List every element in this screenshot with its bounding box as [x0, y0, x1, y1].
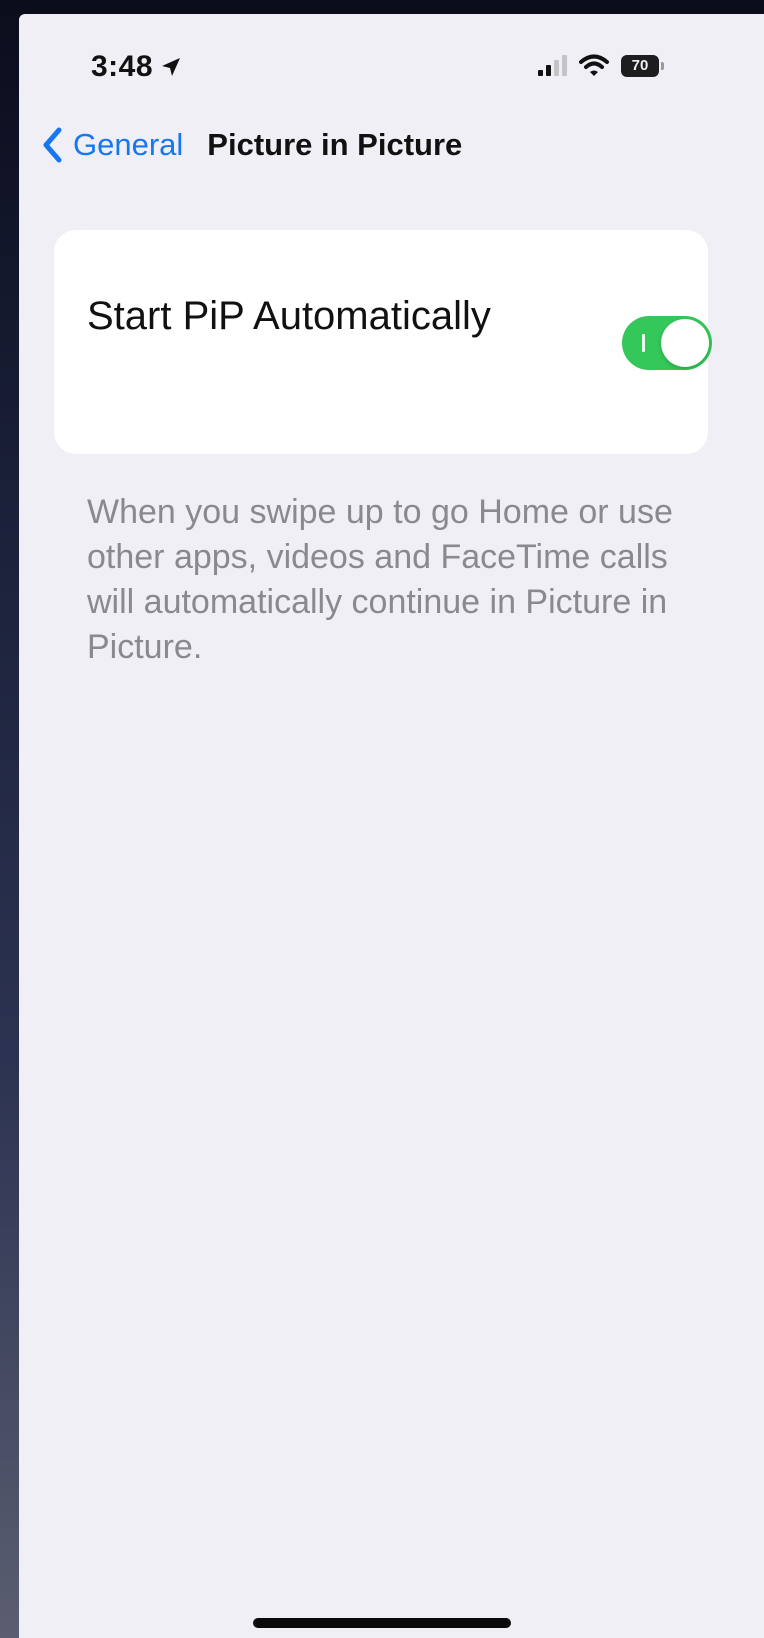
- pip-description: When you swipe up to go Home or use othe…: [87, 493, 673, 666]
- back-button[interactable]: General: [41, 126, 183, 164]
- wifi-icon: [579, 54, 609, 76]
- start-pip-label: Start PiP Automatically: [87, 294, 491, 338]
- page-title: Picture in Picture: [207, 127, 463, 162]
- location-arrow-icon: [162, 58, 181, 76]
- chevron-left-icon: [43, 127, 62, 163]
- cellular-signal-icon: [538, 55, 567, 76]
- battery-level: 70: [631, 57, 649, 74]
- battery-icon: 70: [621, 55, 664, 77]
- settings-group-pip: Start PiP Automatically: [54, 230, 712, 454]
- settings-screen: 3:48 70 General Picture in Picture Start…: [19, 14, 764, 1638]
- toggle-knob: [661, 319, 709, 367]
- home-indicator[interactable]: [253, 1618, 511, 1628]
- status-time-text: 3:48: [91, 50, 154, 83]
- navigation-bar: General Picture in Picture: [41, 122, 462, 168]
- toggle-on-indicator: [642, 334, 645, 352]
- back-button-label: General: [73, 127, 184, 162]
- start-pip-toggle[interactable]: [622, 316, 712, 370]
- status-bar-indicators: 70: [537, 54, 671, 78]
- status-bar-time: 3:48: [91, 50, 183, 84]
